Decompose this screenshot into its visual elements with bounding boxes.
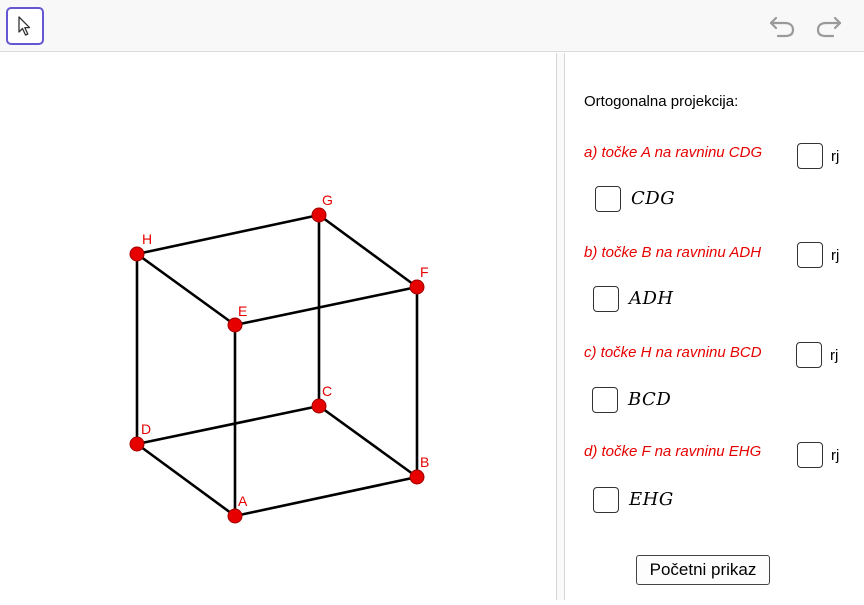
task-b-plane-checkbox[interactable]	[593, 286, 619, 312]
move-tool-button[interactable]	[6, 7, 44, 45]
point-B[interactable]	[409, 469, 425, 485]
task-b-plane-label: ADH	[629, 288, 674, 309]
task-a-plane-checkbox[interactable]	[595, 186, 621, 212]
point-label-H: H	[142, 231, 152, 247]
task-b-answer-label: rj	[831, 247, 840, 264]
point-G[interactable]	[311, 207, 327, 223]
undo-icon	[769, 16, 795, 38]
edge-GH	[135, 213, 321, 256]
edge-CD	[135, 404, 321, 446]
point-H[interactable]	[129, 246, 145, 262]
task-d-answer-checkbox[interactable]	[797, 442, 823, 468]
panel-divider[interactable]	[556, 53, 565, 600]
point-A[interactable]	[227, 508, 243, 524]
task-d-text: d) točke F na ravninu EHG	[584, 443, 762, 460]
initial-view-button[interactable]: Početni prikaz	[636, 555, 770, 585]
task-c-answer-label: rj	[830, 347, 839, 364]
point-F[interactable]	[409, 279, 425, 295]
edge-BC	[317, 404, 419, 479]
edge-FG	[317, 213, 419, 289]
point-label-F: F	[420, 264, 429, 280]
task-d-plane-checkbox[interactable]	[593, 487, 619, 513]
task-c-answer-checkbox[interactable]	[796, 342, 822, 368]
panel-heading: Ortogonalna projekcija:	[584, 93, 739, 110]
algebra-panel: Ortogonalna projekcija: a) točke A na ra…	[566, 53, 864, 600]
undo-button[interactable]	[767, 12, 797, 40]
cube-edges	[135, 213, 419, 518]
task-a-text: a) točke A na ravninu CDG	[584, 144, 763, 161]
toolbar	[0, 0, 864, 52]
task-c-text: c) točke H na ravninu BCD	[584, 344, 762, 361]
point-label-C: C	[322, 383, 332, 399]
arrow-cursor-icon	[18, 16, 31, 36]
task-a-plane-label: CDG	[631, 188, 676, 209]
task-a-answer-checkbox[interactable]	[797, 143, 823, 169]
graphics-view[interactable]: A B C D E F G H	[0, 53, 556, 600]
edge-DA	[135, 442, 237, 518]
cube-drawing[interactable]: A B C D E F G H	[0, 53, 556, 600]
redo-icon	[816, 16, 842, 38]
redo-button[interactable]	[814, 12, 844, 40]
point-D[interactable]	[129, 436, 145, 452]
point-E[interactable]	[227, 317, 243, 333]
task-b-text: b) točke B na ravninu ADH	[584, 244, 762, 261]
task-b-answer-checkbox[interactable]	[797, 242, 823, 268]
edge-AB	[233, 475, 419, 518]
task-c-plane-label: BCD	[628, 389, 672, 410]
task-d-plane-label: EHG	[629, 489, 674, 510]
point-label-D: D	[141, 421, 151, 437]
task-d-answer-label: rj	[831, 447, 840, 464]
task-c-plane-checkbox[interactable]	[592, 387, 618, 413]
edge-EF	[233, 285, 419, 327]
task-a-answer-label: rj	[831, 148, 840, 165]
edge-HE	[135, 252, 237, 327]
point-label-G: G	[322, 192, 333, 208]
point-label-E: E	[238, 303, 247, 319]
point-C[interactable]	[311, 398, 327, 414]
point-label-A: A	[238, 493, 248, 509]
point-label-B: B	[420, 454, 429, 470]
